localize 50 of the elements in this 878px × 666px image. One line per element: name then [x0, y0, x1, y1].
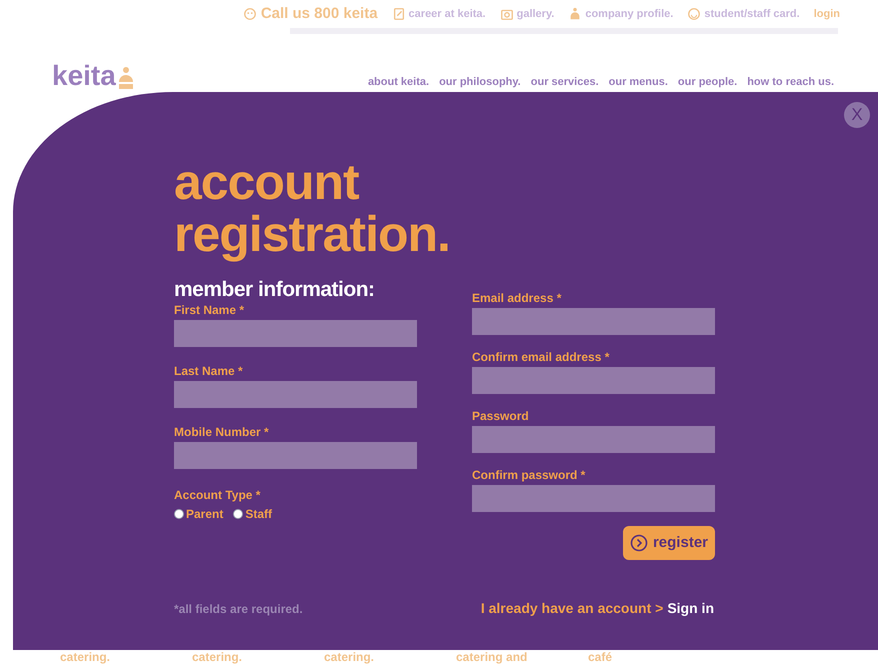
logo-mark-icon	[118, 66, 134, 90]
nav-link[interactable]: our services.	[530, 74, 599, 90]
input-field[interactable]	[472, 308, 715, 335]
face-icon	[242, 7, 257, 21]
bottom-link[interactable]: catering.	[192, 650, 324, 664]
top-link[interactable]: gallery.	[500, 6, 554, 22]
input-field[interactable]	[174, 442, 417, 469]
top-link[interactable]: career at keita.	[392, 6, 486, 22]
input-field[interactable]	[174, 381, 417, 408]
field-label: Password	[472, 408, 530, 424]
field-label: First Name *	[174, 302, 246, 318]
required-note: *all fields are required.	[174, 600, 303, 618]
field-label: Email address *	[472, 290, 562, 306]
bottom-link[interactable]: catering and	[456, 650, 588, 664]
field-label: Mobile Number *	[174, 424, 270, 440]
section-title: member information:	[174, 278, 376, 302]
field-label: Last Name *	[174, 363, 244, 379]
person-icon	[568, 7, 582, 21]
radio-option[interactable]: Parent	[174, 505, 224, 523]
bottom-link[interactable]: catering.	[324, 650, 456, 664]
field-label: Confirm email address *	[472, 349, 610, 365]
register-button[interactable]: register	[622, 526, 715, 560]
phone-text[interactable]: Call us 800 keita	[260, 2, 378, 26]
nav-link[interactable]: our people.	[678, 74, 738, 90]
bottom-link[interactable]: café	[588, 650, 720, 664]
input-field[interactable]	[472, 426, 715, 453]
note-icon	[392, 7, 406, 21]
input-field[interactable]	[174, 320, 417, 347]
radio-option[interactable]: Staff	[233, 505, 272, 523]
login-link[interactable]: login	[814, 6, 840, 22]
nav-link[interactable]: our menus.	[608, 74, 668, 90]
field-label: Confirm password *	[472, 467, 586, 483]
chevron-circle-icon	[630, 534, 648, 552]
bottom-link[interactable]: catering.	[60, 650, 192, 664]
close-button[interactable]: X	[844, 102, 870, 128]
page-title: account	[174, 156, 360, 208]
input-field[interactable]	[472, 485, 715, 512]
nav-link[interactable]: our philosophy.	[439, 74, 521, 90]
signin-prompt: I already have an account >	[480, 599, 664, 618]
logo-text[interactable]: keita	[52, 62, 116, 90]
signin-link[interactable]: Sign in	[667, 598, 714, 619]
nav-link[interactable]: about keita.	[368, 74, 430, 90]
input-field[interactable]	[472, 367, 715, 394]
field-label: Account Type *	[174, 487, 262, 503]
smiley-icon	[687, 7, 702, 21]
nav-link[interactable]: how to reach us.	[747, 74, 834, 90]
top-link[interactable]: company profile.	[568, 6, 674, 22]
top-link[interactable]: student/staff card.	[687, 6, 800, 22]
camera-icon	[500, 7, 514, 21]
page-title: registration.	[174, 208, 451, 260]
